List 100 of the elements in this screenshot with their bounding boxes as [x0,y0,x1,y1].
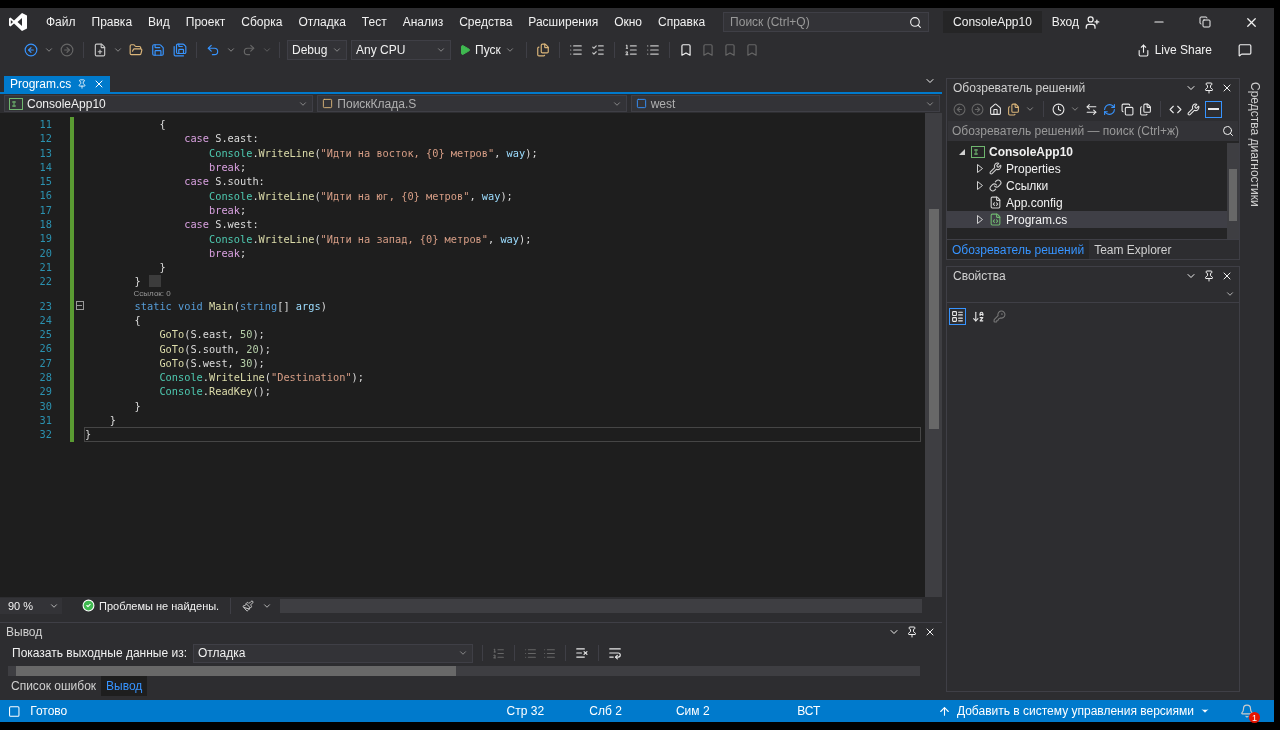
restore-icon [1199,16,1211,28]
line-number: 12 [38,131,53,146]
menu-item[interactable]: Вид [140,13,178,31]
search-icon[interactable] [1222,125,1234,137]
tree-item[interactable]: Program.cs [947,211,1227,228]
reference-count[interactable]: Ссылок: 0 [133,288,171,298]
code-line: Console.WriteLine("Идти на юг, {0} метров", way); [208,189,513,202]
output-source-dropdown[interactable]: Отладка [193,643,473,663]
tree-item[interactable]: ConsoleApp10 [947,143,1227,160]
files-icon[interactable] [535,43,550,57]
panel-tab[interactable]: Вывод [101,676,148,696]
menu-item[interactable]: Окно [606,13,651,31]
tree-item[interactable]: Ссылки [947,177,1227,194]
menu-item[interactable]: Отладка [290,13,354,31]
member-dropdown[interactable]: west [630,95,940,112]
zoom-dropdown[interactable]: 90 % [0,597,62,614]
platform-dropdown[interactable]: Any CPU [351,40,451,60]
tree-item[interactable]: App.config [947,194,1227,211]
find-icon[interactable] [492,646,505,660]
pin-icon[interactable] [906,626,918,638]
home-icon[interactable] [989,102,1002,116]
preview-button[interactable] [1205,100,1222,118]
start-button[interactable]: Пуск [455,41,519,59]
back-icon[interactable] [24,43,38,57]
close-icon[interactable] [1221,82,1233,94]
pin-icon[interactable] [1203,82,1215,94]
dropdown-icon[interactable] [1025,104,1035,114]
sync-icon[interactable] [1085,102,1098,116]
menu-item[interactable]: Проект [177,13,234,31]
tree-item[interactable]: Properties [947,160,1227,177]
back-icon[interactable] [953,102,966,116]
list-icon[interactable] [645,43,660,57]
dropdown-icon[interactable] [1070,104,1080,114]
new-file-icon[interactable] [93,43,107,57]
categorized-button[interactable] [949,307,966,325]
solution-search-field[interactable]: Обозреватель решений — поиск (Ctrl+ж) [948,121,1238,141]
panel-tab[interactable]: Список ошибок [6,676,102,696]
panel-tab[interactable]: Обозреватель решений [947,240,1090,259]
menu-item[interactable]: Файл [38,13,84,31]
panel-tab[interactable]: Team Explorer [1089,240,1177,259]
brush-icon[interactable] [242,599,255,612]
save-all-icon[interactable] [173,43,187,57]
close-icon[interactable] [924,626,936,638]
clear-all-icon[interactable] [575,646,589,660]
vertical-scrollbar[interactable] [925,113,942,597]
collapse-toggle[interactable] [75,300,84,310]
bookmark-icon[interactable] [678,43,693,57]
refresh-icon[interactable] [1103,102,1116,116]
vertical-scrollbar[interactable] [1227,143,1239,239]
configuration-dropdown[interactable]: Debug [287,40,347,60]
sign-in-button[interactable]: Вход [1045,13,1106,31]
next-icon[interactable] [543,646,556,660]
live-share-button[interactable]: Live Share [1130,42,1218,58]
csharp-file-icon [989,213,1002,226]
search-icon[interactable] [909,15,923,29]
dropdown-icon[interactable] [226,45,236,55]
save-icon[interactable] [151,43,165,57]
menu-item[interactable]: Правка [83,13,141,31]
solution-search-input[interactable]: Обозреватель решений — поиск (Ctrl+ж) [952,124,1218,138]
collapse-icon[interactable] [958,147,966,156]
pin-icon[interactable] [1203,270,1215,282]
forward-icon[interactable] [60,43,74,57]
type-dropdown[interactable]: ПоискКлада.S [317,95,627,112]
menu-item[interactable]: Средства [451,13,521,31]
expand-icon[interactable] [977,164,983,173]
properties-icon[interactable] [1187,102,1200,116]
list-icon[interactable] [568,43,583,57]
search-field[interactable]: Поиск (Ctrl+Q) [723,12,930,32]
horizontal-scrollbar[interactable] [280,598,922,613]
previous-icon[interactable] [524,646,537,660]
caret-icon [332,45,342,55]
dropdown-icon[interactable] [113,45,123,55]
word-wrap-icon[interactable] [608,646,622,660]
issues-status: Проблемы не найдены. [99,599,220,612]
files-icon[interactable] [1007,102,1020,116]
redo-icon[interactable] [242,43,256,57]
side-tab[interactable]: Средства диагностики [1248,80,1262,700]
list-checks-icon[interactable] [590,43,605,57]
dropdown-icon[interactable] [44,45,54,55]
menu-item[interactable]: Сборка [233,13,291,31]
bell-icon[interactable] [1240,704,1254,718]
menu-item[interactable]: Расширения [520,13,607,31]
search-input[interactable]: Поиск (Ctrl+Q) [730,15,906,29]
ordered-list-icon[interactable] [623,43,638,57]
close-icon[interactable] [1221,270,1233,282]
show-all-files-icon[interactable] [1139,102,1152,116]
source-control-button[interactable]: Добавить в систему управления версиями [931,703,1216,719]
menu-item[interactable]: Анализ [394,13,452,31]
menu-item[interactable]: Тест [353,13,395,31]
feedback-icon[interactable] [1238,43,1252,57]
history-icon[interactable] [1052,102,1065,116]
open-folder-icon[interactable] [129,43,143,57]
collapse-all-icon[interactable] [1121,102,1134,116]
forward-icon[interactable] [971,102,984,116]
horizontal-scrollbar[interactable] [8,666,920,676]
expand-icon[interactable] [977,215,983,224]
undo-icon[interactable] [206,43,220,57]
project-dropdown[interactable]: ConsoleApp10 [4,95,314,112]
menu-item[interactable]: Справка [650,13,714,31]
expand-icon[interactable] [977,181,983,190]
